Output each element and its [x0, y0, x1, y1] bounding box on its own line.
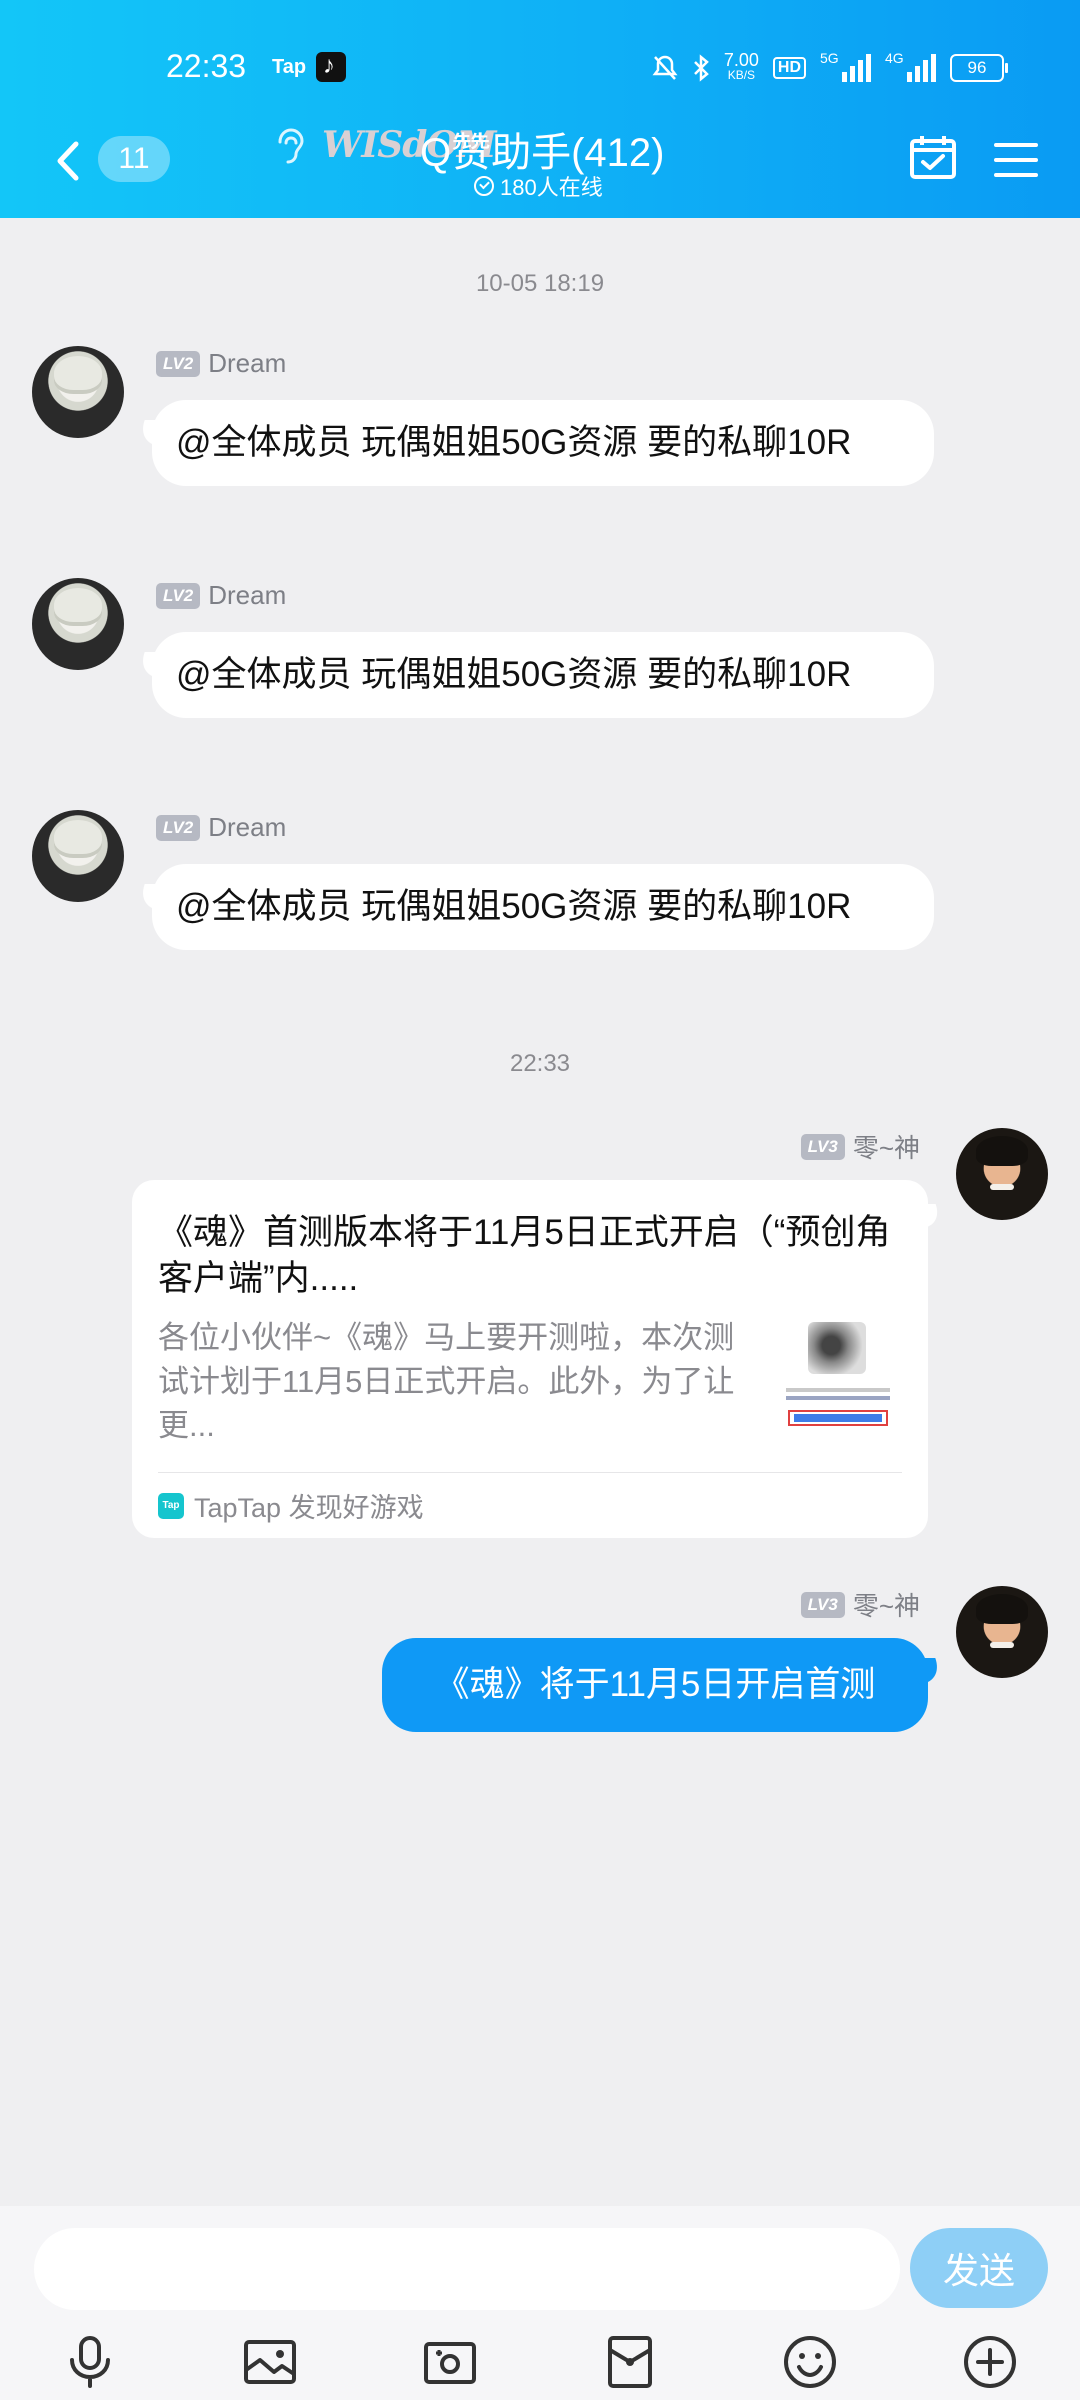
plus-icon[interactable] [962, 2334, 1018, 2390]
camera-icon[interactable] [422, 2334, 478, 2390]
sender-avatar[interactable] [32, 346, 124, 438]
sender-info: LV2 Dream [156, 812, 286, 843]
input-bar: 发送 [0, 2206, 1080, 2400]
signal-4g-icon: 4G [885, 50, 936, 82]
message-bubble[interactable]: @全体成员 玩偶姐姐50G资源 要的私聊10R [152, 864, 934, 950]
message-bubble[interactable]: @全体成员 玩偶姐姐50G资源 要的私聊10R [152, 400, 934, 486]
chat-header: 22:33 Tap 7.00 KB/S HD 5G 4G 96 11 WISdO… [0, 0, 1080, 218]
status-time: 22:33 [166, 48, 247, 84]
network-speed: 7.00 KB/S [723, 50, 759, 82]
message-bubble[interactable]: @全体成员 玩偶姐姐50G资源 要的私聊10R [152, 632, 934, 718]
hd-voice-badge: HD [772, 57, 806, 79]
taptap-logo-icon: Tap [158, 1492, 184, 1519]
bluetooth-icon [693, 54, 709, 82]
calendar-check-icon[interactable] [908, 132, 958, 182]
sender-info: LV2 Dream [156, 348, 286, 379]
card-title: 《魂》首测版本将于11月5日正式开启（“预创角客户端”内..... [158, 1213, 891, 1298]
send-button[interactable]: 发送 [910, 2228, 1048, 2308]
shared-link-card[interactable]: 《魂》首测版本将于11月5日正式开启（“预创角客户端”内..... 各位小伙伴~… [132, 1180, 945, 1538]
mic-icon[interactable] [62, 2334, 118, 2390]
ear-icon [278, 128, 304, 164]
taptap-notification-label: Tap [272, 56, 307, 78]
level-badge: LV2 [156, 582, 201, 609]
sender-name[interactable]: 零~神 [853, 1128, 920, 1165]
card-description: 各位小伙伴~《魂》马上要开测啦，本次测试计划于11月5日正式开启。此外，为了让更… [158, 1320, 735, 1443]
status-bar: 22:33 Tap 7.00 KB/S HD 5G 4G 96 [0, 48, 1080, 88]
card-source: Tap TapTap 发现好游戏 [158, 1486, 424, 1525]
sender-name[interactable]: 零~神 [853, 1586, 920, 1623]
sender-name[interactable]: Dream [208, 812, 286, 843]
image-icon[interactable] [242, 2334, 298, 2390]
sender-avatar[interactable] [32, 810, 124, 902]
online-check-icon [474, 176, 494, 196]
message-timestamp: 22:33 [509, 1050, 571, 1077]
card-source-label: TapTap 发现好游戏 [194, 1493, 424, 1523]
tiktok-icon [316, 52, 346, 82]
emoji-icon[interactable] [782, 2334, 838, 2390]
self-avatar[interactable] [956, 1586, 1048, 1678]
sender-name[interactable]: Dream [208, 348, 286, 379]
divider [158, 1472, 902, 1473]
level-badge: LV2 [156, 350, 201, 377]
menu-icon[interactable] [994, 140, 1038, 180]
message-timestamp: 10-05 18:19 [475, 270, 605, 297]
level-badge: LV2 [156, 814, 201, 841]
message-input[interactable] [34, 2228, 900, 2310]
card-thumbnail [780, 1318, 896, 1434]
sender-info: LV3 零~神 [800, 1586, 920, 1623]
mute-bell-icon [652, 55, 678, 80]
red-packet-icon[interactable] [602, 2334, 658, 2390]
status-indicators: 7.00 KB/S HD 5G 4G 96 [652, 50, 1008, 86]
signal-5g-icon: 5G [820, 50, 871, 82]
online-status: 180人在线 [474, 170, 603, 202]
back-arrow-icon[interactable] [50, 138, 84, 184]
unread-count-badge[interactable]: 11 [98, 136, 170, 182]
level-badge: LV3 [800, 1133, 845, 1160]
online-count: 180人在线 [500, 175, 603, 200]
sender-name[interactable]: Dream [208, 580, 286, 611]
outgoing-message-bubble[interactable]: 《魂》将于11月5日开启首测 [382, 1638, 928, 1732]
sender-info: LV3 零~神 [800, 1128, 920, 1165]
level-badge: LV3 [800, 1591, 845, 1618]
battery-icon: 96 [950, 54, 1008, 82]
sender-avatar[interactable] [32, 578, 124, 670]
sender-info: LV2 Dream [156, 580, 286, 611]
self-avatar[interactable] [956, 1128, 1048, 1220]
